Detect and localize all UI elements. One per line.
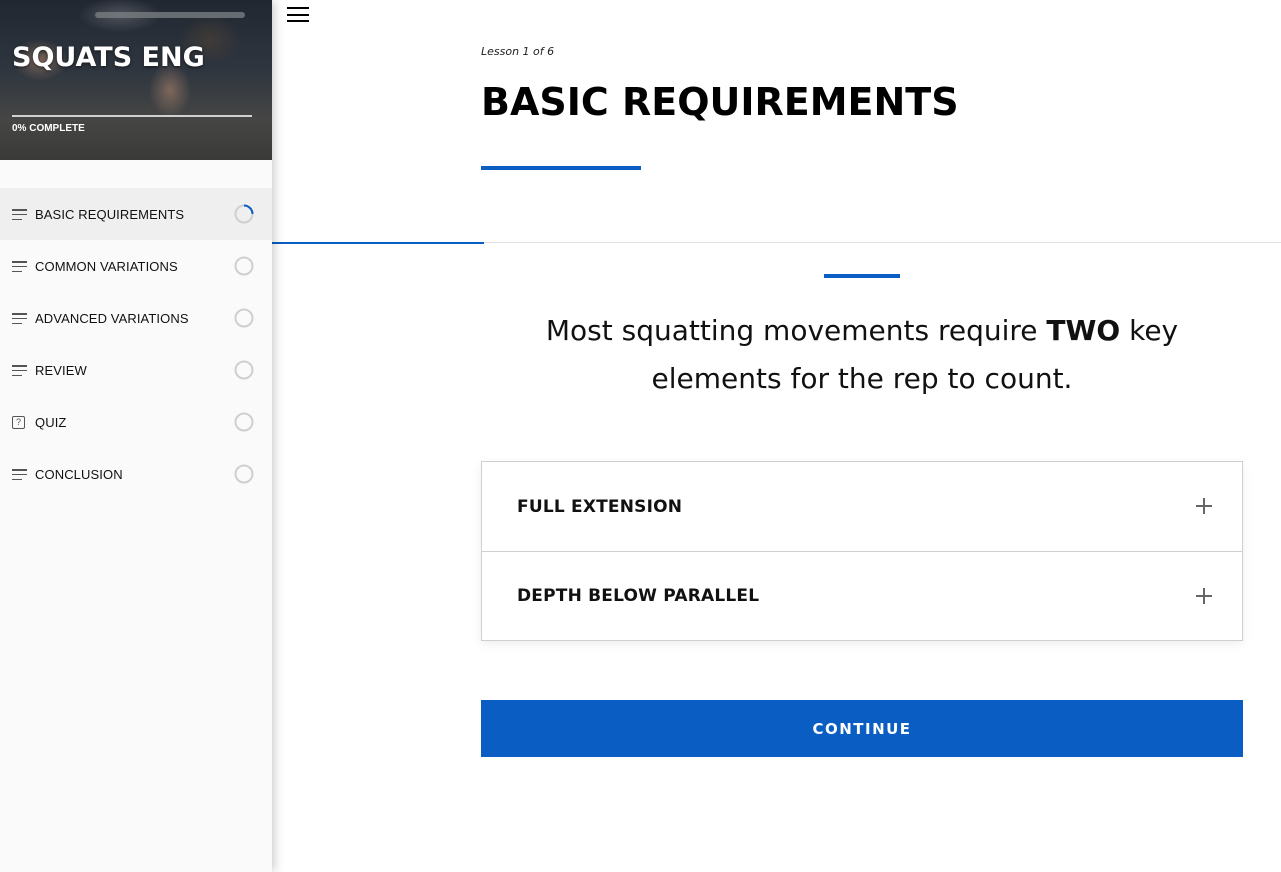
not-started-icon	[234, 256, 254, 276]
lesson-title: BASIC REQUIREMENTS	[481, 80, 959, 124]
lines-icon	[12, 260, 27, 272]
accordion-item-depth-below-parallel[interactable]: DEPTH BELOW PARALLEL	[482, 551, 1242, 640]
sidebar-item-label: BASIC REQUIREMENTS	[35, 206, 185, 222]
not-started-icon	[234, 360, 254, 380]
sidebar-item-advanced-variations[interactable]: ADVANCED VARIATIONS	[0, 292, 272, 344]
course-title: SQUATS ENG	[12, 42, 205, 73]
sidebar-item-conclusion[interactable]: CONCLUSION	[0, 448, 272, 500]
title-divider	[481, 166, 641, 170]
sidebar-item-quiz[interactable]: ? QUIZ	[0, 396, 272, 448]
lesson-nav: BASIC REQUIREMENTS COMMON VARIATIONS ADV…	[0, 188, 272, 500]
lines-icon	[12, 208, 27, 220]
statement-text: Most squatting movements require	[545, 314, 1047, 347]
lines-icon	[12, 364, 27, 376]
course-progress-bar	[12, 115, 252, 117]
accordion-item-full-extension[interactable]: FULL EXTENSION	[482, 462, 1242, 551]
plus-icon[interactable]	[1196, 588, 1212, 604]
sidebar-item-label: REVIEW	[35, 362, 87, 378]
lesson-progress-fill	[272, 242, 484, 244]
sidebar-item-label: QUIZ	[35, 414, 67, 430]
sidebar-item-label: ADVANCED VARIATIONS	[35, 310, 189, 326]
hamburger-icon	[287, 7, 309, 9]
course-progress-label: 0% COMPLETE	[12, 123, 85, 134]
not-started-icon	[234, 464, 254, 484]
sidebar-item-label: COMMON VARIATIONS	[35, 258, 178, 274]
accordion: FULL EXTENSION DEPTH BELOW PARALLEL	[481, 461, 1243, 641]
sidebar-item-label: CONCLUSION	[35, 466, 123, 482]
continue-button[interactable]: CONTINUE	[481, 700, 1243, 757]
not-started-icon	[234, 308, 254, 328]
accordion-item-label: DEPTH BELOW PARALLEL	[517, 586, 760, 606]
course-hero-image: SQUATS ENG 0% COMPLETE	[0, 0, 272, 160]
in-progress-icon	[234, 204, 254, 224]
course-sidebar: SQUATS ENG 0% COMPLETE BASIC REQUIREMENT…	[0, 0, 272, 872]
sidebar-item-basic-requirements[interactable]: BASIC REQUIREMENTS	[0, 188, 272, 240]
menu-toggle-button[interactable]	[287, 7, 309, 22]
lesson-counter: Lesson 1 of 6	[481, 45, 555, 58]
accordion-item-label: FULL EXTENSION	[517, 496, 683, 517]
plus-icon[interactable]	[1196, 498, 1212, 514]
lesson-statement: Most squatting movements require TWO key…	[481, 307, 1243, 403]
block-divider	[824, 274, 900, 278]
sidebar-item-review[interactable]: REVIEW	[0, 344, 272, 396]
sidebar-item-common-variations[interactable]: COMMON VARIATIONS	[0, 240, 272, 292]
quiz-icon: ?	[12, 415, 25, 429]
statement-emphasis: TWO	[1046, 314, 1121, 347]
lines-icon	[12, 468, 27, 480]
lines-icon	[12, 312, 27, 324]
not-started-icon	[234, 412, 254, 432]
